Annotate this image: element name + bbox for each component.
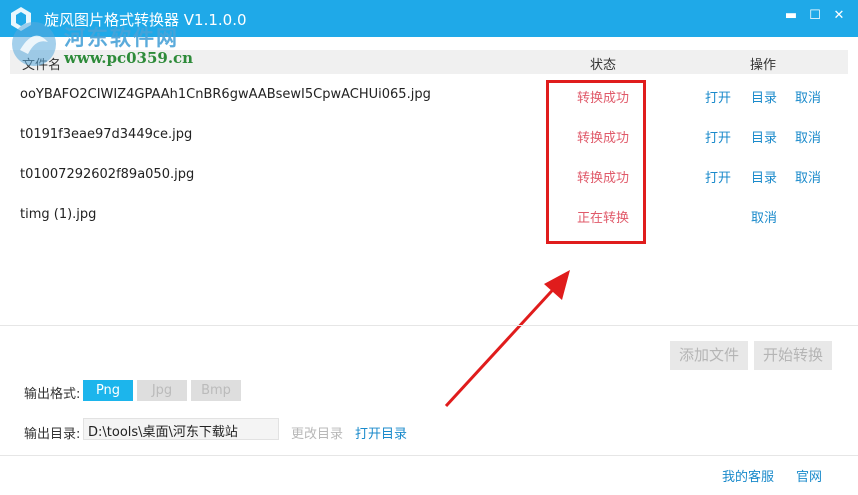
file-row: timg (1).jpg 正在转换 取消	[10, 200, 848, 230]
window-title: 旋风图片格式转换器 V1.1.0.0	[44, 11, 247, 29]
file-row: ooYBAFO2CIWIZ4GPAAh1CnBR6gwAABsewI5CpwAC…	[10, 80, 848, 110]
status-text: 转换成功	[577, 131, 630, 146]
divider	[0, 455, 858, 456]
column-header-operations: 操作	[750, 58, 777, 73]
annotation-arrow-icon	[444, 270, 570, 408]
open-folder-link[interactable]: 目录	[751, 127, 777, 146]
column-header-name: 文件名	[22, 58, 62, 73]
status-text: 转换成功	[577, 171, 630, 186]
cancel-link[interactable]: 取消	[751, 207, 777, 226]
status-text: 正在转换	[577, 211, 630, 226]
open-folder-link[interactable]: 目录	[751, 167, 777, 186]
close-button[interactable]: ✕	[829, 8, 849, 28]
cancel-link[interactable]: 取消	[795, 87, 821, 106]
open-file-link[interactable]: 打开	[705, 167, 731, 186]
cancel-link[interactable]: 取消	[795, 127, 821, 146]
column-header-status: 状态	[590, 58, 617, 73]
file-name: t01007292602f89a050.jpg	[20, 167, 195, 182]
file-list-header: 文件名 状态 操作	[10, 50, 848, 74]
file-name: timg (1).jpg	[20, 207, 97, 222]
cancel-link[interactable]: 取消	[795, 167, 821, 186]
title-bar: 旋风图片格式转换器 V1.1.0.0 ▬ ☐ ✕	[0, 0, 858, 37]
open-file-link[interactable]: 打开	[705, 127, 731, 146]
website-link[interactable]: 官网	[796, 466, 822, 485]
file-name: t0191f3eae97d3449ce.jpg	[20, 127, 193, 142]
output-dir-label: 输出目录:	[24, 427, 81, 442]
format-bmp-button[interactable]: Bmp	[191, 380, 241, 401]
change-dir-link[interactable]: 更改目录	[291, 423, 343, 442]
file-name: ooYBAFO2CIWIZ4GPAAh1CnBR6gwAABsewI5CpwAC…	[20, 87, 431, 102]
open-file-link[interactable]: 打开	[705, 87, 731, 106]
file-row: t0191f3eae97d3449ce.jpg 转换成功 打开 目录 取消	[10, 120, 848, 150]
open-dir-link[interactable]: 打开目录	[355, 423, 407, 442]
add-files-button[interactable]: 添加文件	[670, 341, 748, 370]
open-folder-link[interactable]: 目录	[751, 87, 777, 106]
status-text: 转换成功	[577, 91, 630, 106]
output-dir-field[interactable]: D:\tools\桌面\河东下载站	[83, 418, 279, 440]
maximize-button[interactable]: ☐	[805, 8, 825, 28]
app-logo-icon	[11, 7, 31, 31]
start-convert-button[interactable]: 开始转换	[754, 341, 832, 370]
output-format-label: 输出格式:	[24, 387, 81, 402]
customer-service-link[interactable]: 我的客服	[722, 466, 774, 485]
file-row: t01007292602f89a050.jpg 转换成功 打开 目录 取消	[10, 160, 848, 190]
format-png-button[interactable]: Png	[83, 380, 133, 401]
divider	[0, 325, 858, 326]
format-jpg-button[interactable]: Jpg	[137, 380, 187, 401]
minimize-button[interactable]: ▬	[781, 8, 801, 28]
